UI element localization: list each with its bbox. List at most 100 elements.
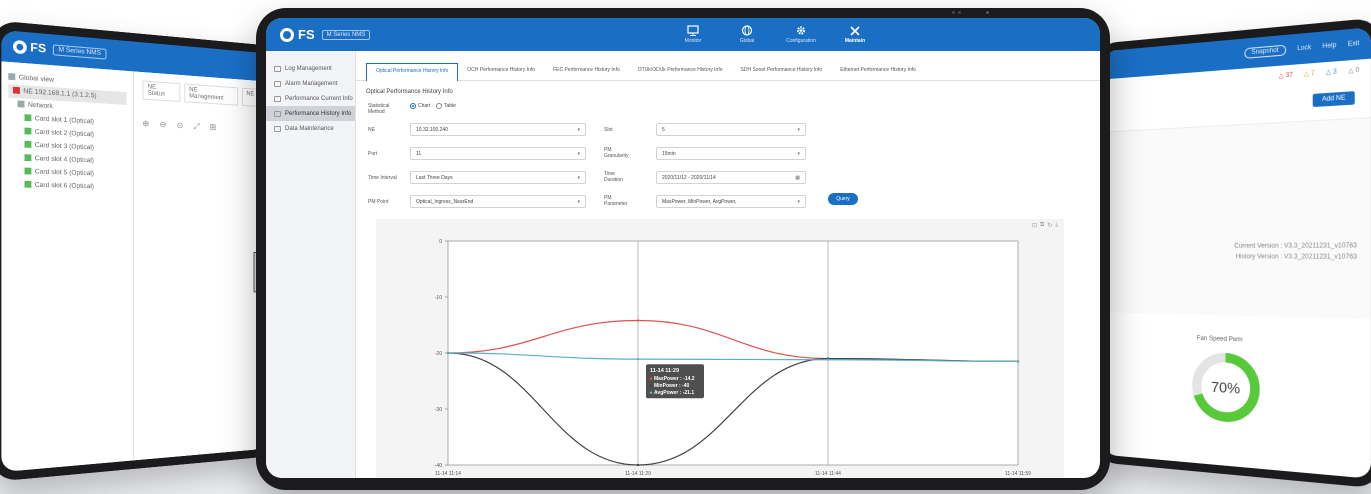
chart-area: ⊡ ⧉ ↻ ⤓ 11-14 11:14 11-14 11:29 11-14 11:44 11…: [376, 219, 1064, 478]
top-bar: FS M Series NMS Monitor Global Configurati…: [266, 18, 1100, 51]
tree-node-label: Global view: [18, 74, 54, 84]
monitor-icon: [687, 25, 699, 36]
pm-point-select[interactable]: Optical_Ingress_NearEnd ▾: [410, 195, 586, 208]
history-version: History Version : V3.3_20211231_v10763: [1235, 254, 1358, 261]
radio-table[interactable]: Table: [436, 103, 456, 109]
time-interval-label: Time Interval: [368, 175, 397, 181]
left-logo: FS: [12, 39, 46, 56]
tree-node-label: Card slot 3 (Optical): [34, 142, 94, 152]
chart-tool-icon[interactable]: ⊡: [1032, 222, 1037, 229]
nav-label: Global: [739, 38, 755, 44]
slot-select[interactable]: 5 ▾: [656, 123, 806, 136]
left-tool-icon[interactable]: ⊞: [210, 122, 217, 133]
tab-item[interactable]: OCH Performance History Info: [458, 63, 544, 81]
tab-item[interactable]: Ethernet Performance History Info: [831, 63, 925, 81]
tab-item[interactable]: OTUk/ODUk Performance History Info: [629, 63, 732, 81]
left-tablet: FS M Series NMS Global view NE 192.168.1.…: [0, 20, 275, 482]
data-point-minpower[interactable]: [636, 463, 640, 467]
chart-tool-icon[interactable]: ⧉: [1040, 222, 1044, 229]
tab-item[interactable]: SDH Sonet Performance History Info: [732, 63, 832, 81]
nav-global[interactable]: Global: [720, 18, 774, 51]
port-select[interactable]: 11 ▾: [410, 147, 586, 160]
data-point-avgpower[interactable]: [446, 351, 450, 355]
left-screen: FS M Series NMS Global view NE 192.168.1.…: [1, 29, 267, 473]
time-interval-value: Last Three Days: [416, 175, 453, 181]
sidebar-item[interactable]: Data Maintenance: [266, 121, 355, 136]
radio-chart[interactable]: Chart: [410, 103, 430, 109]
query-form: Statistical Method Chart Table NE 10.32.…: [356, 95, 1100, 225]
ne-label: NE: [368, 127, 375, 133]
tooltip-title: 11-14 11:29: [650, 368, 679, 374]
nav-maintain[interactable]: Maintain: [828, 18, 882, 51]
nav-configuration[interactable]: Configuration: [774, 18, 828, 51]
tree-node-icon: [24, 114, 32, 122]
slot-value: 5: [662, 127, 665, 133]
current-version: Current Version : V3.3_20211231_v10763: [1234, 242, 1358, 250]
chevron-down-icon: ▾: [797, 199, 800, 205]
data-point-avgpower[interactable]: [636, 357, 640, 361]
tab-item[interactable]: Optical Performance History Info: [366, 63, 459, 81]
major-alarm-count[interactable]: △ 7: [1304, 70, 1315, 78]
left-toolbar: ⊕ ⊖ ⊙ ⤢ ⊞: [142, 119, 259, 136]
y-tick-label: -40: [435, 463, 442, 469]
tree-node-icon: [24, 154, 32, 162]
brand-name: FS: [298, 27, 315, 42]
sidebar: Log Management Alarm Management Performanc…: [266, 51, 356, 478]
chart-tool-icon[interactable]: ⤓: [1055, 222, 1058, 229]
time-interval-select[interactable]: Last Three Days ▾: [410, 171, 586, 184]
left-tab[interactable]: NE Status: [142, 80, 181, 102]
nav-monitor[interactable]: Monitor: [666, 18, 720, 51]
sensor-icon: [986, 11, 989, 14]
fan-speed-label: Fan Speed Pwm: [1196, 335, 1243, 344]
add-ne-button[interactable]: Add NE: [1313, 91, 1355, 108]
granularity-select[interactable]: 15min ▾: [656, 147, 806, 160]
tree-node-label: Network: [27, 102, 53, 111]
header-link[interactable]: Snapshot: [1243, 44, 1287, 59]
left-tool-icon[interactable]: ⊖: [160, 120, 167, 131]
port-label: Port: [368, 151, 378, 157]
tooltip-series-marker: [649, 384, 653, 387]
calendar-icon: ▦: [795, 175, 800, 181]
tools-icon: [850, 26, 860, 36]
left-tabs: NE Status NE Management NE: [142, 80, 260, 108]
duration-label: Time Duration: [604, 171, 623, 183]
chart-tool-icon[interactable]: ↻: [1047, 222, 1052, 229]
data-point-avgpower[interactable]: [826, 358, 830, 361]
radio-chart-label: Chart: [418, 103, 431, 109]
pm-parameter-select[interactable]: MaxPower, MinPower, AvgPower, ▾: [656, 195, 806, 208]
minor-alarm-count[interactable]: △ 3: [1326, 68, 1337, 76]
left-tool-icon[interactable]: ⊕: [142, 119, 149, 130]
data-point-maxpower[interactable]: [636, 319, 640, 322]
pm-parameter-label: PM Parameter: [604, 195, 628, 207]
left-tab[interactable]: NE Management: [184, 83, 238, 106]
header-link[interactable]: Exit: [1348, 41, 1360, 49]
left-tool-icon[interactable]: ⤢: [193, 121, 199, 132]
tree-node[interactable]: Card slot 6 (Optical): [8, 178, 126, 194]
ne-select[interactable]: 10.32.100.240 ▾: [410, 123, 586, 136]
sidebar-item-label: Data Maintenance: [285, 125, 334, 132]
left-badge: M Series NMS: [52, 44, 107, 60]
critical-alarm-count[interactable]: △ 37: [1279, 71, 1293, 80]
left-tool-icon[interactable]: ⊙: [177, 121, 184, 132]
sidebar-item[interactable]: Log Management: [266, 61, 355, 76]
data-point-avgpower[interactable]: [1016, 360, 1020, 363]
header-link[interactable]: Help: [1322, 42, 1336, 50]
tooltip-series-marker: [649, 391, 653, 394]
x-tick-label: 11-14 11:59: [1005, 471, 1031, 477]
app-brand[interactable]: FS M Series NMS: [266, 27, 371, 42]
sidebar-item[interactable]: Performance Current Info: [266, 91, 355, 106]
tree-node-icon: [24, 168, 32, 175]
main-nav: Monitor Global Configuration Maintain: [666, 18, 882, 51]
sidebar-item-icon: [274, 95, 281, 102]
y-tick-label: -10: [435, 295, 442, 301]
info-alarm-count[interactable]: △ 0: [1348, 66, 1359, 75]
sidebar-item-icon: [274, 80, 281, 87]
sidebar-item[interactable]: Alarm Management: [266, 76, 355, 91]
duration-picker[interactable]: 2020/11/12 - 2020/11/14 ▦: [656, 171, 806, 184]
tab-item[interactable]: FEC Performance History Info: [544, 63, 629, 81]
x-tick-label: 11-14 11:29: [625, 471, 651, 477]
sidebar-item[interactable]: Performance History Info: [266, 106, 355, 121]
header-link[interactable]: Lock: [1297, 45, 1311, 53]
query-button[interactable]: Query: [828, 193, 858, 205]
sidebar-item-icon: [274, 125, 281, 132]
